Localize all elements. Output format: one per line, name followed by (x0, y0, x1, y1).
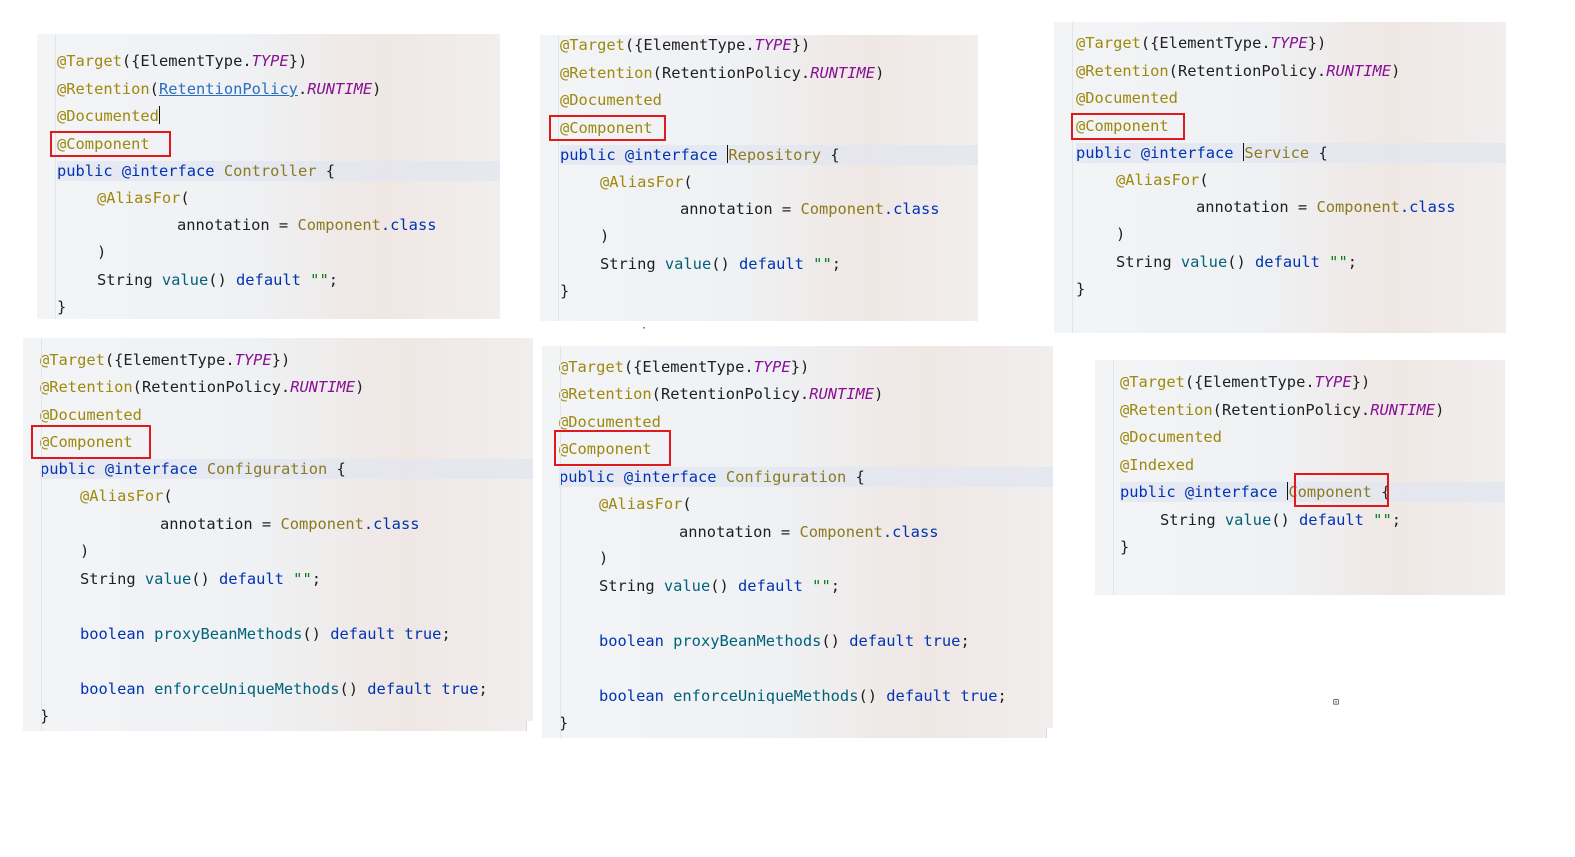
code-line: public @interface Controller { (57, 161, 500, 181)
code-panel-repository: @Target({ElementType.TYPE}) @Retention(R… (540, 35, 978, 321)
code-line: @Target({ElementType.TYPE}) (57, 52, 308, 70)
code-panel-component: @Target({ElementType.TYPE}) @Retention(R… (1095, 360, 1505, 595)
code-line: @Retention(RetentionPolicy.RUNTIME) (40, 378, 365, 396)
code-line: boolean proxyBeanMethods() default true; (80, 625, 451, 643)
code-line: boolean enforceUniqueMethods() default t… (80, 680, 488, 698)
code-line: @Documented (40, 406, 142, 424)
code-line: String value() default ""; (600, 255, 841, 273)
code-line: annotation = Component.class (679, 523, 939, 541)
code-line: @Retention(RetentionPolicy.RUNTIME) (560, 64, 885, 82)
scroll-corner (526, 721, 533, 731)
code-line: @Target({ElementType.TYPE}) (1076, 34, 1327, 52)
code-line: @AliasFor( (599, 495, 692, 513)
code-line: public @interface Service { (1076, 143, 1506, 163)
scroll-corner (1046, 728, 1053, 738)
component-annotation-line: @Component (40, 433, 133, 451)
code-line: } (40, 707, 50, 725)
code-line: @Retention(RetentionPolicy.RUNTIME) (1076, 62, 1401, 80)
code-line: String value() default ""; (1160, 511, 1401, 529)
code-line: boolean proxyBeanMethods() default true; (599, 632, 970, 650)
code-line: annotation = Component.class (1196, 198, 1456, 216)
code-line: String value() default ""; (97, 271, 338, 289)
code-line: } (560, 282, 570, 300)
code-line: @Retention(RetentionPolicy.RUNTIME) (57, 80, 382, 98)
code-line: public @interface Repository { (560, 145, 978, 165)
code-line: ) (599, 549, 609, 567)
dot-mark: · (641, 323, 648, 334)
code-line: @Target({ElementType.TYPE}) (1120, 373, 1371, 391)
component-annotation-line: @Component (1076, 117, 1169, 135)
component-annotation-line: @Component (560, 119, 653, 137)
code-line: boolean enforceUniqueMethods() default t… (599, 687, 1007, 705)
code-line: @Target({ElementType.TYPE}) (40, 351, 291, 369)
code-line: @Documented (1120, 428, 1222, 446)
code-line: @Documented (559, 413, 661, 431)
code-panel-controller: @Target({ElementType.TYPE}) @Retention(R… (37, 34, 500, 319)
code-line: ) (80, 542, 90, 560)
code-line: @Retention(RetentionPolicy.RUNTIME) (1120, 401, 1445, 419)
code-panel-configuration-left: @Target({ElementType.TYPE}) @Retention(R… (23, 338, 533, 731)
code-line: ) (1116, 225, 1126, 243)
code-line: @AliasFor( (97, 189, 190, 207)
component-annotation-line: @Component (559, 440, 652, 458)
code-line: annotation = Component.class (680, 200, 940, 218)
code-panel-configuration-middle: @Target({ElementType.TYPE}) @Retention(R… (542, 346, 1053, 738)
code-line: String value() default ""; (80, 570, 321, 588)
code-line: public @interface Component { (1120, 482, 1505, 502)
code-line: @Documented (1076, 89, 1178, 107)
code-line: @Retention(RetentionPolicy.RUNTIME) (559, 385, 884, 403)
component-annotation-line: @Component (57, 135, 150, 153)
code-line: annotation = Component.class (177, 216, 437, 234)
small-square-icon: ⊡ (1333, 697, 1340, 708)
code-line: public @interface Configuration { (559, 467, 1053, 487)
code-line: } (559, 714, 569, 732)
code-line: String value() default ""; (1116, 253, 1357, 271)
code-line: @AliasFor( (600, 173, 693, 191)
code-line: } (57, 298, 67, 316)
code-line: @AliasFor( (1116, 171, 1209, 189)
code-line: ) (600, 227, 610, 245)
code-line: } (1076, 280, 1086, 298)
code-line: public @interface Configuration { (40, 459, 533, 479)
code-line: ) (97, 243, 107, 261)
code-line: @Documented (57, 106, 161, 125)
code-line: @Documented (560, 91, 662, 109)
code-line: @Indexed (1120, 456, 1195, 474)
code-line: String value() default ""; (599, 577, 840, 595)
code-panel-service: @Target({ElementType.TYPE}) @Retention(R… (1054, 22, 1506, 333)
code-line: annotation = Component.class (160, 515, 420, 533)
code-line: @Target({ElementType.TYPE}) (559, 358, 810, 376)
retention-policy-link[interactable]: RetentionPolicy (159, 80, 298, 98)
text-caret (158, 106, 161, 124)
code-line: } (1120, 538, 1130, 556)
code-line: @AliasFor( (80, 487, 173, 505)
code-line: @Target({ElementType.TYPE}) (560, 36, 811, 54)
